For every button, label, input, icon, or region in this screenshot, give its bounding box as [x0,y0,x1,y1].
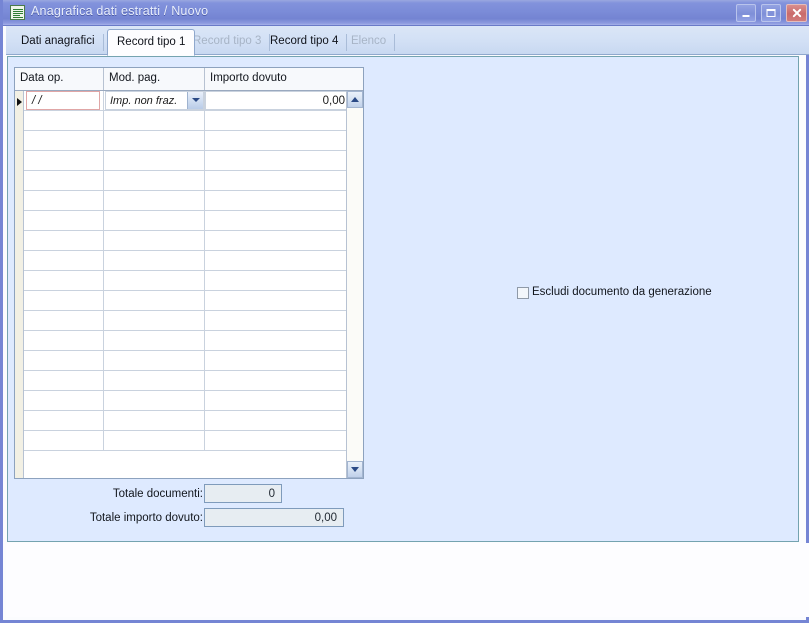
table-row[interactable] [24,431,351,451]
column-divider [103,151,104,170]
tab-record-tipo-1[interactable]: Record tipo 1 [107,29,196,56]
column-divider [103,271,104,290]
table-row[interactable] [24,391,351,411]
column-divider [103,431,104,450]
column-divider [204,251,205,270]
table-row[interactable] [24,331,351,351]
current-row-marker-icon [17,98,22,106]
column-divider [204,331,205,350]
column-divider [103,351,104,370]
exclude-document-label[interactable]: Escludi documento da generazione [532,286,712,298]
chevron-up-icon [351,97,359,102]
records-grid: Data op. Mod. pag. Importo dovuto / / Im… [14,67,364,479]
document-list-icon [10,5,25,20]
table-row[interactable] [24,351,351,371]
client-panel: Data op. Mod. pag. Importo dovuto / / Im… [7,56,799,542]
lower-blank-pane [6,543,809,617]
column-divider [103,91,104,110]
column-divider [204,271,205,290]
column-divider [103,331,104,350]
column-divider [103,411,104,430]
column-divider [103,371,104,390]
table-row[interactable] [24,271,351,291]
table-row[interactable] [24,251,351,271]
table-row[interactable] [24,131,351,151]
cell-importo-dovuto-input[interactable]: 0,00 [205,91,351,110]
total-documents-field: 0 [204,484,282,503]
table-row[interactable] [24,111,351,131]
column-divider [204,111,205,130]
table-row[interactable] [24,191,351,211]
table-row[interactable] [24,231,351,251]
column-divider [204,351,205,370]
row-selector-gutter [15,91,24,478]
column-divider [103,311,104,330]
chevron-down-icon [351,467,359,472]
column-divider [103,291,104,310]
column-divider [103,391,104,410]
table-row[interactable] [24,371,351,391]
application-window: Anagrafica dati estratti / Nuovo Dati an… [0,0,809,623]
total-amount-label: Totale importo dovuto: [89,512,203,524]
window-title: Anagrafica dati estratti / Nuovo [31,4,209,18]
tab-elenco: Elenco [342,30,396,55]
column-divider [204,411,205,430]
column-divider [204,391,205,410]
scroll-up-button[interactable] [347,91,363,108]
chevron-down-icon[interactable] [187,92,203,109]
column-divider [103,191,104,210]
total-amount-field: 0,00 [204,508,344,527]
cell-mod-pag-value: Imp. non fraz. [110,95,178,107]
table-row[interactable] [24,211,351,231]
maximize-button[interactable] [761,4,781,22]
column-divider [204,291,205,310]
column-divider [103,231,104,250]
table-row[interactable] [24,311,351,331]
column-divider [204,431,205,450]
column-divider [103,251,104,270]
cell-mod-pag-combobox[interactable]: Imp. non fraz. [105,91,204,110]
tab-record-tipo-3: Record tipo 3 [184,30,271,55]
table-row[interactable] [24,291,351,311]
table-row[interactable] [24,171,351,191]
column-divider [204,171,205,190]
tab-record-tipo-4[interactable]: Record tipo 4 [261,30,348,55]
column-divider [204,151,205,170]
scroll-down-button[interactable] [347,461,363,478]
tab-bar: Dati anagrafici Record tipo 1 Record tip… [6,26,809,56]
column-header-importo-dovuto[interactable]: Importo dovuto [205,68,363,90]
title-bar[interactable]: Anagrafica dati estratti / Nuovo [3,0,809,26]
column-divider [103,171,104,190]
table-row[interactable] [24,411,351,431]
grid-body: / / Imp. non fraz. 0,00 [15,91,363,478]
column-divider [103,211,104,230]
cell-data-op-input[interactable]: / / [26,91,100,110]
exclude-document-checkbox[interactable] [517,287,529,299]
column-divider [204,191,205,210]
grid-vertical-scrollbar[interactable] [346,91,363,478]
column-divider [103,131,104,150]
grid-header-row: Data op. Mod. pag. Importo dovuto [15,68,363,91]
total-documents-label: Totale documenti: [112,488,203,500]
column-divider [204,231,205,250]
tab-dati-anagrafici[interactable]: Dati anagrafici [12,30,104,55]
column-header-data-op[interactable]: Data op. [15,68,104,90]
column-divider [103,111,104,130]
table-row[interactable] [24,151,351,171]
column-divider [204,311,205,330]
close-button[interactable] [786,4,807,22]
column-divider [204,211,205,230]
column-divider [204,371,205,390]
column-divider [204,131,205,150]
column-header-mod-pag[interactable]: Mod. pag. [104,68,205,90]
minimize-button[interactable] [736,4,756,22]
